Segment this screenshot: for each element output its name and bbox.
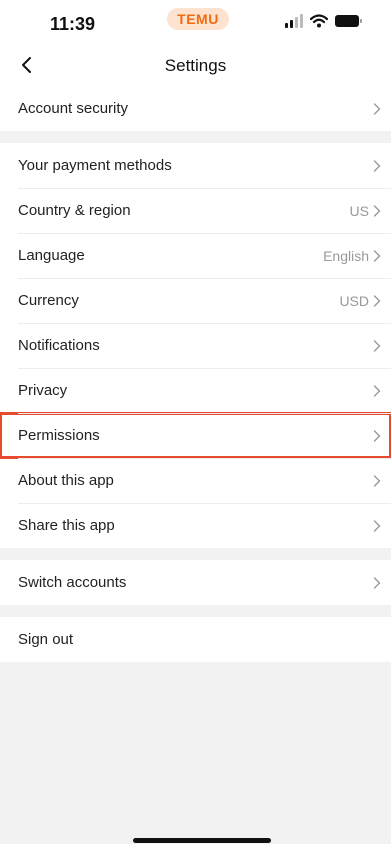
chevron-right-icon (373, 429, 381, 442)
group-divider (0, 548, 391, 560)
settings-group-signout: Sign out (0, 617, 391, 662)
chevron-right-icon (373, 339, 381, 352)
settings-item-label: Switch accounts (18, 574, 127, 591)
settings-item-label: Privacy (18, 382, 68, 399)
page-title: Settings (164, 56, 227, 75)
wifi-icon (310, 14, 328, 28)
battery-icon (335, 15, 362, 27)
settings-item-about-app[interactable]: About this app (0, 458, 391, 503)
settings-item-label: Share this app (18, 517, 115, 534)
settings-item-value: USD (339, 292, 369, 309)
chevron-right-icon (373, 204, 381, 217)
settings-item-notifications[interactable]: Notifications (0, 323, 391, 368)
settings-item-label: Country & region (18, 202, 131, 219)
settings-item-label: Notifications (18, 337, 100, 354)
settings-item-country-region[interactable]: Country & region US (0, 188, 391, 233)
chevron-right-icon (373, 294, 381, 307)
chevron-right-icon (373, 384, 381, 397)
settings-item-currency[interactable]: Currency USD (0, 278, 391, 323)
settings-list: Account security Your payment methods Co… (0, 86, 391, 662)
status-bar: 11:39 TEMU (0, 0, 391, 44)
settings-item-label: Sign out (18, 631, 74, 648)
settings-group-switch: Switch accounts (0, 560, 391, 605)
settings-item-label: About this app (18, 472, 114, 489)
settings-item-switch-accounts[interactable]: Switch accounts (0, 560, 391, 605)
settings-item-label: Currency (18, 292, 79, 309)
settings-item-privacy[interactable]: Privacy (0, 368, 391, 413)
settings-item-permissions[interactable]: Permissions (0, 412, 391, 459)
settings-group-account: Account security (0, 86, 391, 131)
settings-item-share-app[interactable]: Share this app (0, 503, 391, 548)
nav-bar: Settings (0, 44, 391, 86)
settings-item-account-security[interactable]: Account security (0, 86, 391, 131)
settings-item-label: Permissions (18, 427, 100, 444)
settings-item-language[interactable]: Language English (0, 233, 391, 278)
group-divider (0, 605, 391, 617)
chevron-right-icon (373, 249, 381, 262)
chevron-right-icon (373, 102, 381, 115)
settings-group-general: Your payment methods Country & region US… (0, 143, 391, 548)
settings-item-value: English (323, 247, 369, 264)
group-divider (0, 131, 391, 143)
sign-out-button[interactable]: Sign out (0, 617, 391, 662)
cellular-signal-icon (285, 14, 303, 28)
settings-item-value: US (349, 202, 369, 219)
status-time: 11:39 (50, 14, 96, 34)
chevron-right-icon (373, 519, 381, 532)
chevron-right-icon (373, 474, 381, 487)
chevron-right-icon (373, 159, 381, 172)
settings-item-label: Account security (18, 100, 129, 117)
app-pill: TEMU (167, 8, 229, 30)
system-icons (285, 14, 362, 28)
home-indicator (133, 838, 271, 843)
chevron-right-icon (373, 576, 381, 589)
settings-item-label: Your payment methods (18, 157, 172, 174)
settings-item-payment-methods[interactable]: Your payment methods (0, 143, 391, 188)
settings-item-label: Language (18, 247, 85, 264)
